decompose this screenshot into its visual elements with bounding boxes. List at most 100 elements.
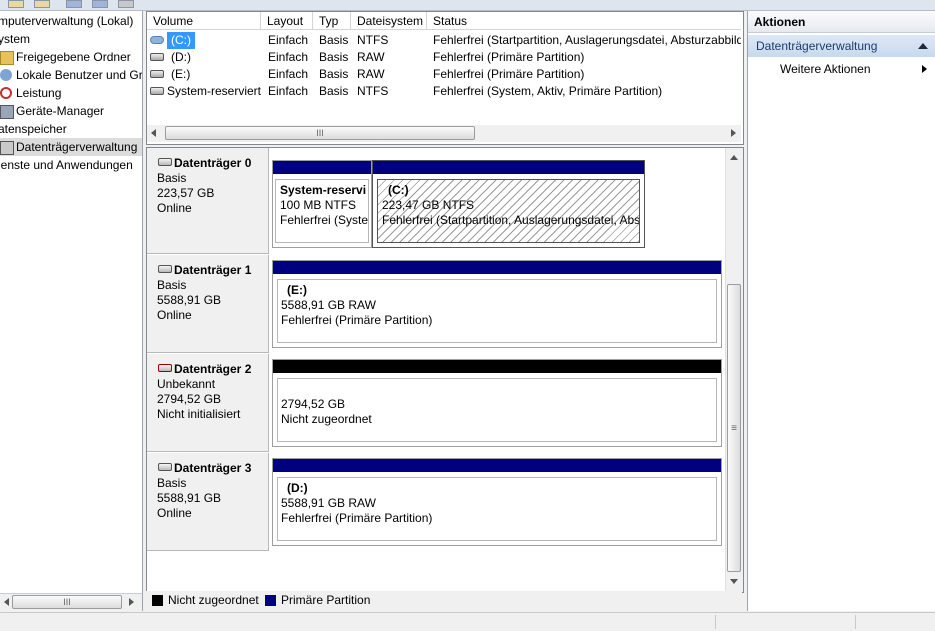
- drive-icon: [150, 53, 164, 61]
- collapse-arrow-icon[interactable]: [918, 43, 928, 49]
- toolbar-folder-icon[interactable]: [8, 0, 24, 8]
- volume-status: Fehlerfrei (Primäre Partition): [433, 67, 585, 81]
- toolbar-settings-icon[interactable]: [118, 0, 134, 8]
- scroll-right-icon[interactable]: [731, 129, 736, 137]
- partition-bar: [373, 161, 644, 174]
- volume-layout: Einfach: [268, 67, 309, 81]
- disk-info-3[interactable]: Datenträger 3 Basis 5588,91 GB Online: [147, 453, 269, 551]
- scroll-down-icon[interactable]: [730, 579, 738, 584]
- column-header-volume[interactable]: Volume: [147, 12, 261, 30]
- partition-status: Fehlerfrei (Primäre Partition): [281, 313, 433, 327]
- drive-icon: [150, 87, 164, 95]
- partition-size: 223,47 GB NTFS: [382, 198, 475, 212]
- disk-type: Basis: [157, 476, 187, 490]
- scrollbar-thumb[interactable]: III: [165, 126, 475, 140]
- volume-type: Basis: [319, 50, 349, 64]
- partition-details: (D:) 5588,91 GB RAW Fehlerfrei (Primäre …: [277, 477, 717, 541]
- toolbar-folder-icon[interactable]: [34, 0, 50, 8]
- partition-name: (E:): [287, 283, 307, 297]
- actions-section-disk-management[interactable]: Datenträgerverwaltung: [748, 35, 935, 57]
- scrollbar-thumb[interactable]: III: [12, 595, 122, 609]
- disk-info-0[interactable]: Datenträger 0 Basis 223,57 GB Online: [147, 148, 269, 254]
- tree-item-storage[interactable]: atenspeicher: [0, 120, 67, 138]
- volume-row[interactable]: (D:) Einfach Basis RAW Fehlerfrei (Primä…: [147, 49, 741, 66]
- partition-d[interactable]: (D:) 5588,91 GB RAW Fehlerfrei (Primäre …: [272, 458, 722, 546]
- device-manager-icon: [0, 105, 14, 119]
- partition-c[interactable]: (C:) 223,47 GB NTFS Fehlerfrei (Startpar…: [372, 160, 645, 248]
- column-header-layout[interactable]: Layout: [261, 12, 313, 30]
- toolbar: [0, 0, 935, 11]
- scroll-up-icon[interactable]: [730, 155, 738, 160]
- tree-horizontal-scrollbar[interactable]: III: [0, 593, 143, 611]
- scroll-right-icon[interactable]: [129, 598, 134, 606]
- disk-type: Basis: [157, 171, 187, 185]
- action-more-actions[interactable]: Weitere Aktionen: [748, 59, 935, 79]
- partition-bar: [273, 459, 721, 472]
- tree-item-computer-management[interactable]: mputerverwaltung (Lokal): [0, 12, 133, 30]
- column-header-label: Typ: [319, 14, 339, 28]
- partition-bar: [273, 261, 721, 274]
- shared-folder-icon: [0, 51, 14, 65]
- disk-icon: [158, 463, 172, 471]
- legend-swatch-unallocated: [152, 595, 163, 606]
- volume-status: Fehlerfrei (Primäre Partition): [433, 50, 585, 64]
- tree-item-system[interactable]: ystem: [0, 30, 30, 48]
- partition-details: System-reservi 100 MB NTFS Fehlerfrei (S…: [275, 179, 369, 243]
- volume-row[interactable]: (E:) Einfach Basis RAW Fehlerfrei (Primä…: [147, 66, 741, 83]
- column-header-label: Status: [433, 14, 468, 28]
- partition-name: (C:): [388, 183, 409, 197]
- status-divider: [715, 615, 716, 629]
- tree-item-disk-management[interactable]: Datenträgerverwaltung: [0, 138, 142, 156]
- users-icon: [0, 69, 12, 81]
- legend: Nicht zugeordnet Primäre Partition: [146, 591, 742, 611]
- partition-details: (E:) 5588,91 GB RAW Fehlerfrei (Primäre …: [277, 279, 717, 343]
- column-header-label: Layout: [267, 14, 304, 28]
- volume-name: System-reserviert: [167, 84, 262, 98]
- scrollbar-thumb[interactable]: ≡: [727, 284, 741, 572]
- partition-details: (C:) 223,47 GB NTFS Fehlerfrei (Startpar…: [377, 179, 640, 243]
- volume-layout: Einfach: [268, 50, 309, 64]
- disk-graph-vertical-scrollbar[interactable]: ≡: [725, 148, 743, 592]
- partition-size: 5588,91 GB RAW: [281, 298, 376, 312]
- volume-type: Basis: [319, 67, 349, 81]
- volume-row[interactable]: System-reserviert Einfach Basis NTFS Feh…: [147, 83, 741, 100]
- volume-list-horizontal-scrollbar[interactable]: III: [147, 125, 741, 142]
- disk-type: Unbekannt: [157, 377, 216, 391]
- submenu-arrow-icon: [922, 65, 927, 73]
- tree-item-label: ienste und Anwendungen: [0, 158, 133, 172]
- disk-title: Datenträger 3: [174, 461, 252, 475]
- disk-state: Nicht initialisiert: [157, 407, 241, 421]
- toolbar-view-icon[interactable]: [92, 0, 108, 8]
- disk-info-2[interactable]: Datenträger 2 Unbekannt 2794,52 GB Nicht…: [147, 354, 269, 452]
- column-header-type[interactable]: Typ: [313, 12, 351, 30]
- partition-unallocated[interactable]: 2794,52 GB Nicht zugeordnet: [272, 359, 722, 447]
- toolbar-view-icon[interactable]: [66, 0, 82, 8]
- column-header-status[interactable]: Status: [427, 12, 741, 30]
- tree-item-label: atenspeicher: [0, 122, 67, 136]
- disk-state: Online: [157, 201, 192, 215]
- scroll-left-icon[interactable]: [4, 598, 9, 606]
- disk-management-icon: [0, 141, 14, 155]
- scroll-left-icon[interactable]: [151, 129, 156, 137]
- actions-header: Aktionen: [748, 11, 935, 33]
- partition-status: Fehlerfrei (Primäre Partition): [281, 511, 433, 525]
- disk-icon: [158, 265, 172, 273]
- volume-name: (D:): [171, 50, 191, 64]
- tree-item-label: Leistung: [16, 86, 62, 100]
- volume-type: Basis: [319, 33, 349, 47]
- disk-info-1[interactable]: Datenträger 1 Basis 5588,91 GB Online: [147, 255, 269, 353]
- disk-state: Online: [157, 308, 192, 322]
- column-header-filesystem[interactable]: Dateisystem: [351, 12, 427, 30]
- tree-item-services-apps[interactable]: ienste und Anwendungen: [0, 156, 133, 174]
- disk-title: Datenträger 2: [174, 362, 252, 376]
- tree-item-label: ystem: [0, 32, 31, 46]
- partition-e[interactable]: (E:) 5588,91 GB RAW Fehlerfrei (Primäre …: [272, 260, 722, 348]
- actions-pane: Aktionen Datenträgerverwaltung Weitere A…: [747, 11, 935, 611]
- tree-item-label: Geräte-Manager: [16, 104, 105, 118]
- partition-bar: [273, 360, 721, 373]
- partition-size: 5588,91 GB RAW: [281, 496, 376, 510]
- volume-row[interactable]: (C:) Einfach Basis NTFS Fehlerfrei (Star…: [147, 32, 741, 49]
- tree-item-label: Datenträgerverwaltung: [16, 140, 138, 154]
- partition-system-reserved[interactable]: System-reservi 100 MB NTFS Fehlerfrei (S…: [272, 160, 372, 248]
- status-divider: [855, 615, 856, 629]
